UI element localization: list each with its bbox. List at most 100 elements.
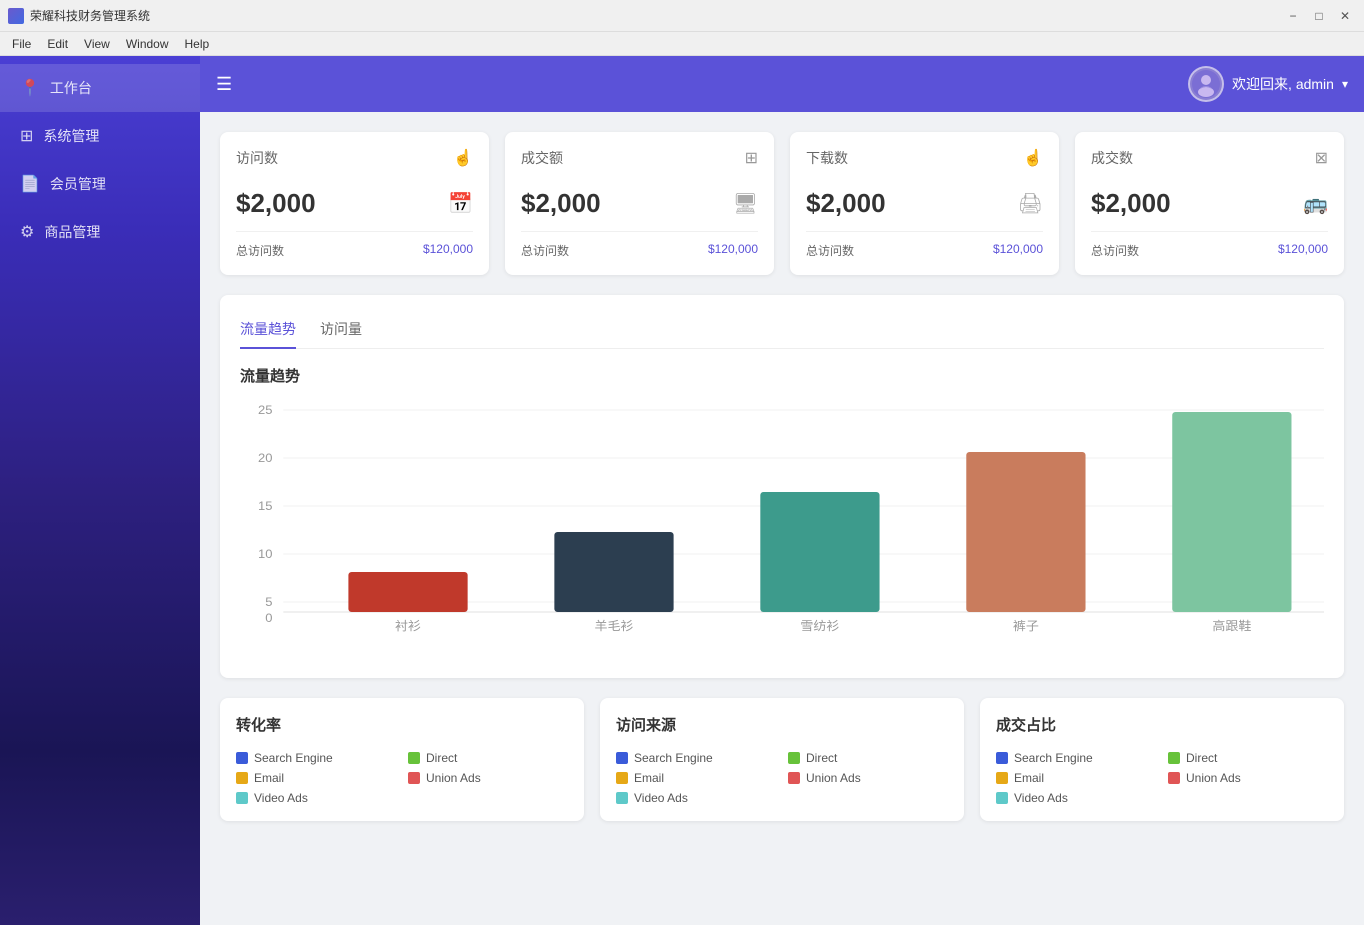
workspace-icon: 📍 <box>20 78 40 98</box>
sidebar-item-workspace[interactable]: 📍 工作台 <box>0 64 200 112</box>
legend-label: Search Engine <box>1014 751 1093 765</box>
email-dot-3 <box>996 772 1008 784</box>
stat-title-visits: 访问数 <box>236 148 278 168</box>
legend-union-source: Union Ads <box>788 771 948 785</box>
chart-tabs: 流量趋势 访问量 <box>240 311 1324 349</box>
product-icon: ⚙ <box>20 222 34 242</box>
email-dot <box>236 772 248 784</box>
legend-label: Email <box>1014 771 1044 785</box>
stat-title-downloads: 下载数 <box>806 148 848 168</box>
union-dot-3 <box>1168 772 1180 784</box>
svg-text:裤子: 裤子 <box>1013 619 1039 632</box>
system-icon: ⊞ <box>20 126 33 146</box>
legend-label: Search Engine <box>634 751 713 765</box>
direct-dot-2 <box>788 752 800 764</box>
legend-email-conversion: Email <box>236 771 396 785</box>
video-dot-2 <box>616 792 628 804</box>
tab-traffic-trend[interactable]: 流量趋势 <box>240 311 296 349</box>
video-dot-3 <box>996 792 1008 804</box>
stat-footer-value-transactions: $120,000 <box>1278 242 1328 259</box>
legend-union-deal: Union Ads <box>1168 771 1328 785</box>
conversion-title: 转化率 <box>236 714 568 735</box>
search-engine-dot-2 <box>616 752 628 764</box>
legend-email-deal: Email <box>996 771 1156 785</box>
search-engine-dot <box>236 752 248 764</box>
legend-label: Union Ads <box>426 771 481 785</box>
welcome-text: 欢迎回来, admin <box>1232 74 1334 94</box>
close-button[interactable]: ✕ <box>1334 5 1356 27</box>
menu-help[interactable]: Help <box>177 35 218 53</box>
menu-file[interactable]: File <box>4 35 39 53</box>
stat-footer-value-visits: $120,000 <box>423 242 473 259</box>
bar-chart-svg: 25 20 15 10 5 0 衬衫 羊毛衫 <box>240 402 1324 642</box>
bottom-card-deal: 成交占比 Search Engine Direct Email <box>980 698 1344 821</box>
content-area: 访问数 ☝ $2,000 📅 总访问数 $120,000 成交额 <box>200 112 1364 925</box>
svg-text:衬衫: 衬衫 <box>395 619 421 632</box>
svg-text:羊毛衫: 羊毛衫 <box>594 618 633 632</box>
hamburger-icon[interactable]: ☰ <box>216 74 232 95</box>
menu-view[interactable]: View <box>76 35 118 53</box>
bar-pants <box>966 452 1085 612</box>
stat-footer-value-sales: $120,000 <box>708 242 758 259</box>
stat-card-transactions: 成交数 ⊠ $2,000 🚌 总访问数 $120,000 <box>1075 132 1344 275</box>
user-area[interactable]: 欢迎回来, admin ▾ <box>1188 66 1348 102</box>
stat-card-sales: 成交额 ⊞ $2,000 🖥 总访问数 $120,000 <box>505 132 774 275</box>
menu-window[interactable]: Window <box>118 35 177 53</box>
direct-dot <box>408 752 420 764</box>
svg-text:10: 10 <box>258 547 273 560</box>
svg-text:25: 25 <box>258 403 273 416</box>
legend-direct-conversion: Direct <box>408 751 568 765</box>
svg-text:雪纺衫: 雪纺衫 <box>800 619 839 632</box>
legend-search-engine-source: Search Engine <box>616 751 776 765</box>
stat-card-visits: 访问数 ☝ $2,000 📅 总访问数 $120,000 <box>220 132 489 275</box>
table-icon: ⊞ <box>745 148 758 168</box>
member-icon: 📄 <box>20 174 40 194</box>
legend-video-source: Video Ads <box>616 791 776 805</box>
conversion-legend: Search Engine Direct Email Union Ad <box>236 751 568 805</box>
legend-label: Direct <box>1186 751 1217 765</box>
stat-value-downloads: $2,000 <box>806 188 886 219</box>
sidebar-item-product[interactable]: ⚙ 商品管理 <box>0 208 200 256</box>
title-bar: 荣耀科技财务管理系统 − □ ✕ <box>0 0 1364 32</box>
monitor-icon: 🖥 <box>733 191 758 216</box>
calendar-icon: 📅 <box>448 191 473 216</box>
bottom-cards: 转化率 Search Engine Direct Email <box>220 698 1344 821</box>
download-icon: ☝ <box>1023 148 1043 168</box>
legend-label: Direct <box>426 751 457 765</box>
bar-shirt <box>348 572 467 612</box>
legend-search-engine-deal: Search Engine <box>996 751 1156 765</box>
bus-icon: 🚌 <box>1303 191 1328 216</box>
stat-title-transactions: 成交数 <box>1091 148 1133 168</box>
sidebar-item-member[interactable]: 📄 会员管理 <box>0 160 200 208</box>
stat-value-sales: $2,000 <box>521 188 601 219</box>
stat-footer-label-visits: 总访问数 <box>236 242 284 259</box>
menu-bar: File Edit View Window Help <box>0 32 1364 56</box>
email-dot-2 <box>616 772 628 784</box>
stat-cards: 访问数 ☝ $2,000 📅 总访问数 $120,000 成交额 <box>220 132 1344 275</box>
legend-email-source: Email <box>616 771 776 785</box>
printer-icon: 🖨 <box>1018 191 1043 216</box>
legend-label: Search Engine <box>254 751 333 765</box>
bar-sweater <box>554 532 673 612</box>
svg-text:20: 20 <box>258 451 273 464</box>
menu-edit[interactable]: Edit <box>39 35 76 53</box>
minimize-button[interactable]: − <box>1282 5 1304 27</box>
direct-dot-3 <box>1168 752 1180 764</box>
tab-visits[interactable]: 访问量 <box>320 311 362 349</box>
user-avatar <box>1188 66 1224 102</box>
bottom-card-source: 访问来源 Search Engine Direct Email <box>600 698 964 821</box>
stat-title-sales: 成交额 <box>521 148 563 168</box>
svg-text:高跟鞋: 高跟鞋 <box>1212 618 1251 632</box>
source-legend: Search Engine Direct Email Union Ad <box>616 751 948 805</box>
sidebar-item-system[interactable]: ⊞ 系统管理 <box>0 112 200 160</box>
maximize-button[interactable]: □ <box>1308 5 1330 27</box>
window-controls: − □ ✕ <box>1282 5 1356 27</box>
source-title: 访问来源 <box>616 714 948 735</box>
legend-label: Union Ads <box>1186 771 1241 785</box>
app-title: 荣耀科技财务管理系统 <box>30 7 150 24</box>
transaction-icon: ⊠ <box>1315 148 1328 168</box>
stat-footer-value-downloads: $120,000 <box>993 242 1043 259</box>
chart-section: 流量趋势 访问量 流量趋势 25 20 <box>220 295 1344 678</box>
legend-label: Direct <box>806 751 837 765</box>
stat-value-transactions: $2,000 <box>1091 188 1171 219</box>
